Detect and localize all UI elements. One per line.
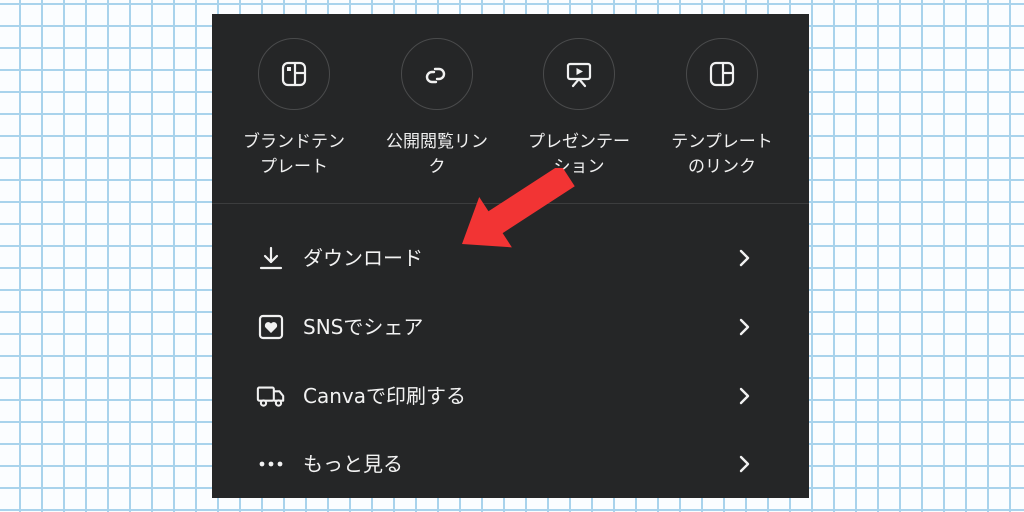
quick-action-template-link[interactable]: テンプレート のリンク [657, 38, 787, 180]
menu-item-social-share[interactable]: SNSでシェア [212, 299, 809, 355]
download-icon [256, 244, 286, 272]
quick-action-circle[interactable] [686, 38, 758, 110]
quick-action-presentation[interactable]: プレゼンテー ション [514, 38, 644, 180]
social-share-icon [256, 313, 286, 341]
menu-item-more[interactable]: もっと見る [212, 436, 809, 492]
template-link-icon [709, 61, 735, 87]
menu-item-label: もっと見る [303, 452, 403, 476]
more-icon [256, 450, 286, 478]
brand-template-icon [281, 61, 307, 87]
menu-item-print-with-canva[interactable]: Canvaで印刷する [212, 368, 809, 424]
quick-action-circle[interactable] [543, 38, 615, 110]
quick-action-circle[interactable] [401, 38, 473, 110]
link-icon [425, 67, 446, 84]
quick-action-brand-template[interactable]: ブランドテン プレート [229, 38, 359, 180]
menu-item-label: ダウンロード [303, 246, 423, 270]
red-arrow-icon [462, 168, 575, 248]
print-truck-icon [256, 382, 286, 410]
chevron-right-icon [739, 387, 750, 405]
quick-action-label: テンプレート のリンク [671, 132, 773, 177]
presentation-icon [566, 62, 592, 88]
quick-action-public-view-link[interactable]: 公開閲覧リン ク [372, 38, 502, 180]
menu-item-label: Canvaで印刷する [303, 384, 466, 408]
chevron-right-icon [739, 318, 750, 336]
chevron-right-icon [739, 249, 750, 267]
chevron-right-icon [739, 455, 750, 473]
quick-action-label: ブランドテン プレート [243, 132, 345, 177]
menu-item-label: SNSでシェア [303, 315, 424, 339]
quick-action-circle[interactable] [258, 38, 330, 110]
